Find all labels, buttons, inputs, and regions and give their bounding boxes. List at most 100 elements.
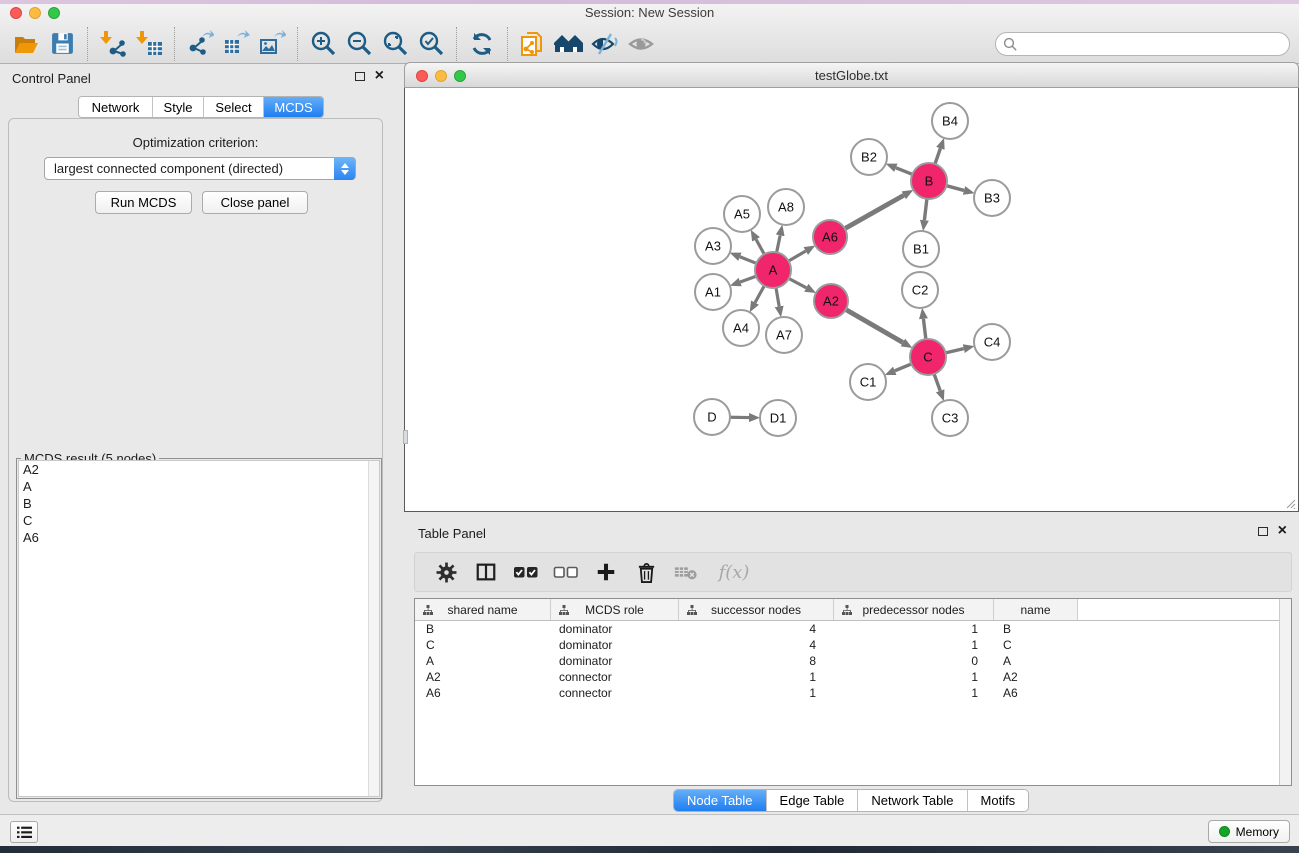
table-settings-button[interactable] (433, 558, 459, 586)
table-cell: B (415, 621, 551, 637)
graph-edge-A-A7[interactable] (776, 288, 779, 307)
float-table-panel-icon[interactable] (1258, 527, 1268, 536)
first-neighbors-button[interactable] (551, 27, 587, 61)
split-view-button[interactable] (473, 558, 499, 586)
table-body: Bdominator41BCdominator41CAdominator80AA… (415, 621, 1279, 785)
table-cell: C (994, 637, 1078, 653)
tab-node-table[interactable]: Node Table (674, 790, 767, 811)
tab-style[interactable]: Style (153, 97, 204, 117)
divider-handle[interactable] (403, 430, 408, 444)
graph-edge-A2-C[interactable] (846, 309, 903, 342)
import-table-button[interactable] (131, 27, 167, 61)
graph-edge-A-A1[interactable] (740, 276, 756, 282)
tab-mcds[interactable]: MCDS (264, 97, 323, 117)
close-panel-button[interactable]: Close panel (202, 191, 308, 214)
open-folder-icon (12, 31, 40, 57)
main-toolbar (0, 23, 1299, 64)
import-network-button[interactable] (95, 27, 131, 61)
mcds-result-item[interactable]: C (19, 512, 379, 529)
network-graph: B4B2BB3A5A8A6A3B1AA1C2A2A4A7CC4C1C3DD1 (405, 88, 1298, 510)
table-row[interactable]: Cdominator41C (415, 637, 1279, 653)
graph-node-label: A4 (733, 321, 749, 336)
unselect-all-columns-button[interactable] (553, 558, 579, 586)
graph-edge-C-C2[interactable] (923, 319, 925, 339)
graph-edge-B-B4[interactable] (935, 148, 940, 164)
eye-slash-icon (591, 32, 619, 56)
table-row[interactable]: A2connector11A2 (415, 669, 1279, 685)
split-columns-icon (475, 561, 497, 583)
mcds-result-item[interactable]: A6 (19, 529, 379, 546)
tab-network[interactable]: Network (79, 97, 153, 117)
mcds-result-list[interactable]: A2ABCA6 (18, 460, 380, 797)
graph-edge-B-B2[interactable] (896, 168, 912, 175)
table-cell: 1 (679, 669, 834, 685)
graph-edge-A-A4[interactable] (755, 286, 764, 303)
zoom-in-button[interactable] (305, 27, 341, 61)
column-header-shared-name[interactable]: shared name (415, 599, 551, 620)
zoom-selected-button[interactable] (413, 27, 449, 61)
select-all-columns-button[interactable] (513, 558, 539, 586)
graph-edge-C-C3[interactable] (934, 374, 940, 391)
delete-column-button[interactable] (633, 558, 659, 586)
mcds-result-item[interactable]: A (19, 478, 379, 495)
column-header-predecessor-nodes[interactable]: predecessor nodes (834, 599, 994, 620)
column-header-mcds-role[interactable]: MCDS role (551, 599, 679, 620)
export-image-icon (259, 30, 286, 57)
close-panel-icon[interactable]: × (375, 70, 384, 82)
import-table-icon (136, 30, 163, 57)
run-mcds-button[interactable]: Run MCDS (95, 191, 192, 214)
result-list-scrollbar[interactable] (368, 461, 379, 796)
export-network-button[interactable] (182, 27, 218, 61)
memory-button[interactable]: Memory (1208, 820, 1290, 843)
graph-edge-C-C4[interactable] (946, 349, 964, 353)
tab-select[interactable]: Select (204, 97, 264, 117)
tab-network-table[interactable]: Network Table (858, 790, 967, 811)
mcds-result-item[interactable]: A2 (19, 461, 379, 478)
graph-edge-A6-B[interactable] (845, 195, 904, 228)
graph-edge-B-B1[interactable] (924, 199, 927, 220)
graph-edge-C-C1[interactable] (895, 364, 912, 371)
graph-edge-A-A8[interactable] (777, 235, 781, 252)
network-window-titlebar[interactable]: testGlobe.txt (404, 62, 1299, 88)
column-header-successor-nodes[interactable]: successor nodes (679, 599, 834, 620)
float-panel-icon[interactable] (355, 72, 365, 81)
export-image-button[interactable] (254, 27, 290, 61)
graph-edge-B-B3[interactable] (946, 186, 964, 191)
close-table-panel-icon[interactable]: × (1278, 525, 1287, 537)
table-cell: A6 (994, 685, 1078, 701)
table-scrollbar[interactable] (1279, 599, 1291, 785)
table-cell: A2 (994, 669, 1078, 685)
table-row[interactable]: Adominator80A (415, 653, 1279, 669)
list-icon (16, 825, 33, 840)
delete-table-button[interactable] (673, 558, 699, 586)
hide-graphics-details-button[interactable] (587, 27, 623, 61)
search-icon (1003, 37, 1018, 52)
export-table-button[interactable] (218, 27, 254, 61)
resize-grip-icon[interactable] (1284, 497, 1296, 509)
graph-edge-A-A3[interactable] (740, 257, 756, 264)
mcds-result-item[interactable]: B (19, 495, 379, 512)
new-network-from-selection-button[interactable] (515, 27, 551, 61)
tab-edge-table[interactable]: Edge Table (767, 790, 859, 811)
zoom-fit-button[interactable] (377, 27, 413, 61)
network-canvas[interactable]: B4B2BB3A5A8A6A3B1AA1C2A2A4A7CC4C1C3DD1 (404, 88, 1299, 512)
graph-edge-A-A6[interactable] (789, 251, 806, 261)
refresh-button[interactable] (464, 27, 500, 61)
graph-node-label: D1 (770, 411, 787, 426)
table-row[interactable]: A6connector11A6 (415, 685, 1279, 701)
optimization-criterion-dropdown[interactable]: largest connected component (directed) (44, 157, 356, 180)
zoom-out-button[interactable] (341, 27, 377, 61)
table-row[interactable]: Bdominator41B (415, 621, 1279, 637)
open-file-button[interactable] (8, 27, 44, 61)
search-input[interactable] (1022, 34, 1282, 54)
graph-edge-A-A5[interactable] (756, 239, 764, 254)
function-builder-button[interactable]: f(x) (713, 558, 755, 586)
show-panels-list-button[interactable] (10, 821, 38, 843)
show-graphics-details-button[interactable] (623, 27, 659, 61)
column-header-name[interactable]: name (994, 599, 1078, 620)
tab-motifs[interactable]: Motifs (968, 790, 1029, 811)
graph-edge-A-A2[interactable] (789, 278, 806, 287)
add-column-button[interactable] (593, 558, 619, 586)
save-session-button[interactable] (44, 27, 80, 61)
checked-boxes-icon (513, 561, 539, 583)
